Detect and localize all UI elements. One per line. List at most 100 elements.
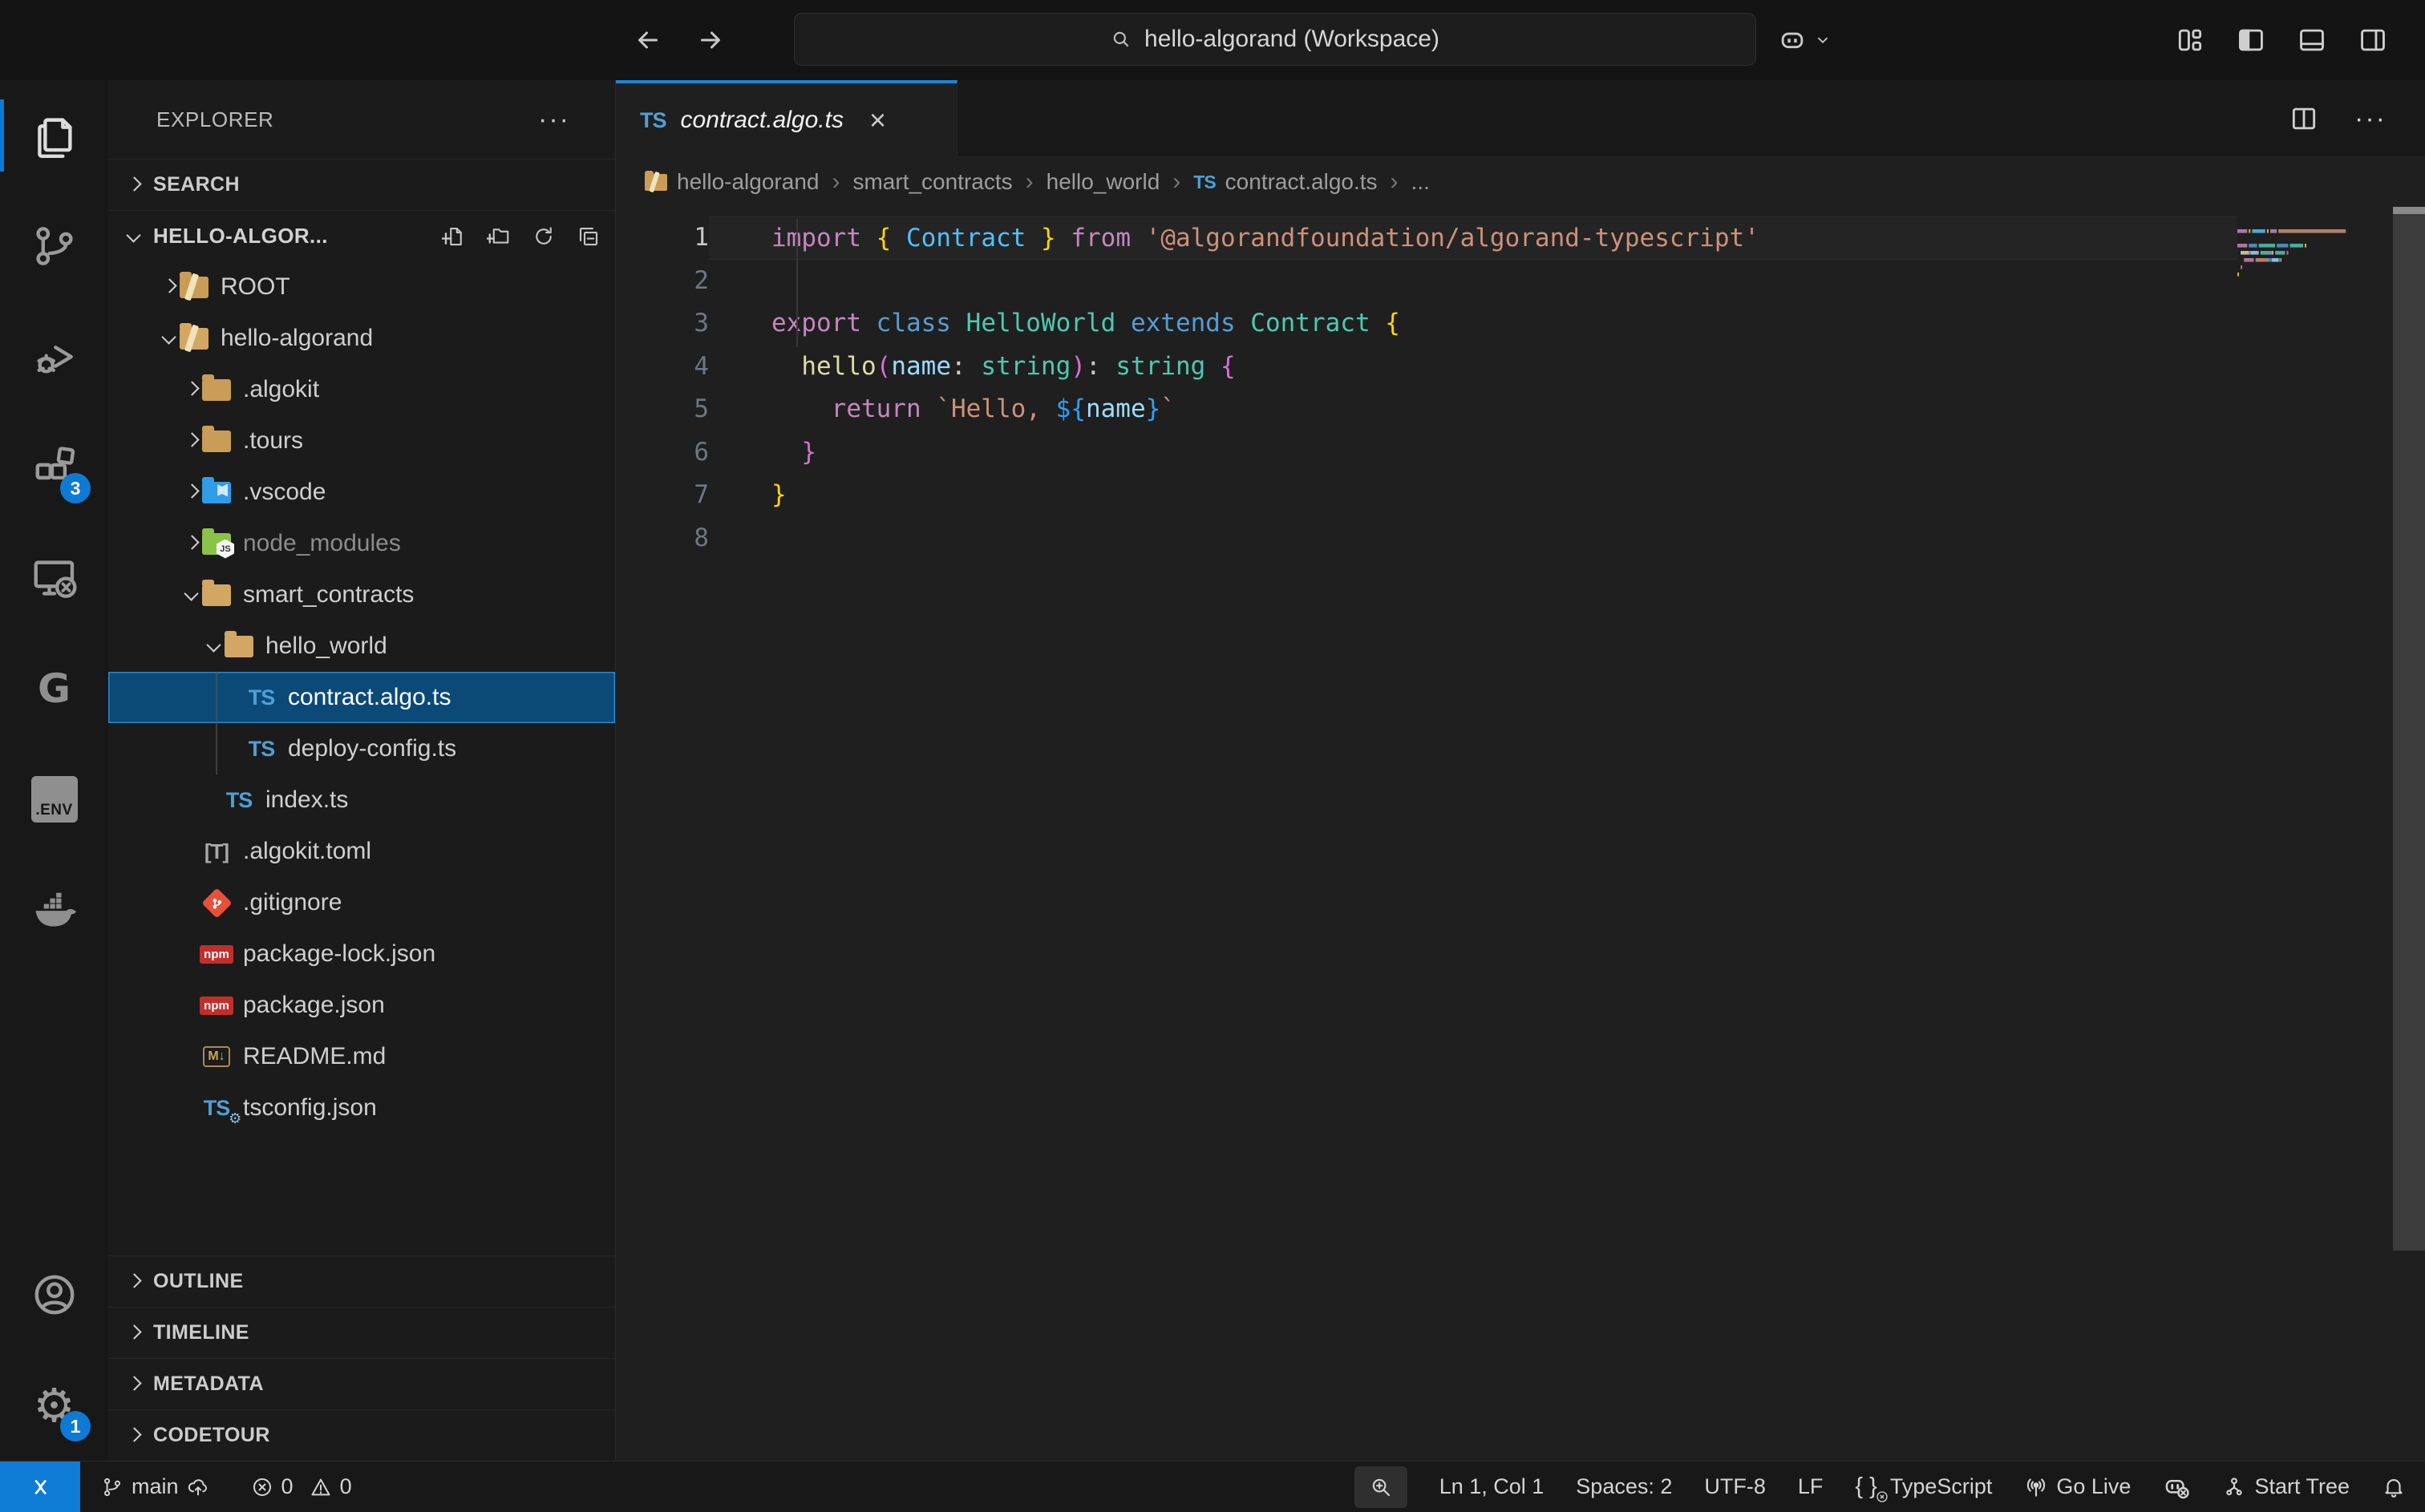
activity-item-accounts[interactable] — [0, 1239, 108, 1350]
tree-item-hello-algorand[interactable]: hello-algorand — [108, 313, 615, 364]
line-number[interactable]: 7 — [616, 474, 709, 517]
status-item-copilot-status[interactable] — [2163, 1474, 2190, 1501]
customize-layout-icon[interactable] — [2175, 25, 2205, 55]
chevron-right-icon — [184, 382, 200, 398]
tree-item--vscode[interactable]: .vscode — [108, 467, 615, 518]
chevron-right-icon — [161, 279, 177, 295]
tree-item-readme-md[interactable]: M↓README.md — [108, 1031, 615, 1082]
back-arrow-icon[interactable] — [634, 26, 662, 55]
tree-item-smart-contracts[interactable]: smart_contracts — [108, 569, 615, 621]
toggle-panel-icon[interactable] — [2297, 25, 2327, 55]
code-editor[interactable]: 1import { Contract } from '@algorandfoun… — [616, 207, 2425, 1461]
breadcrumb-item[interactable]: smart_contracts — [852, 169, 1012, 195]
line-number[interactable]: 1 — [616, 216, 709, 260]
tree-item-label: README.md — [243, 1043, 386, 1070]
activity-item-dotenv[interactable]: .ENV — [0, 744, 108, 855]
new-file-icon[interactable] — [442, 224, 466, 249]
line-number[interactable]: 5 — [616, 388, 709, 431]
collapse-all-icon[interactable] — [577, 224, 601, 249]
problems-status[interactable]: 0 0 — [251, 1474, 352, 1499]
breadcrumb-separator: › — [1026, 168, 1034, 196]
remote-indicator[interactable] — [0, 1461, 80, 1512]
line-number[interactable]: 3 — [616, 302, 709, 346]
code-line-text: export class HelloWorld extends Contract… — [709, 302, 2237, 346]
tab-contract-algo-ts[interactable]: TS contract.algo.ts × — [616, 80, 957, 157]
editor-more-actions-icon[interactable]: ··· — [2354, 115, 2387, 123]
activity-item-remote-explorer[interactable] — [0, 523, 108, 633]
toggle-primary-sidebar-icon[interactable] — [2236, 25, 2266, 55]
line-number[interactable]: 6 — [616, 431, 709, 475]
status-item-eol[interactable]: LF — [1798, 1474, 1824, 1499]
tree-item-index-ts[interactable]: TSindex.ts — [108, 774, 615, 826]
tree-icon — [2222, 1475, 2246, 1499]
tree-item-contract-algo-ts[interactable]: TScontract.algo.ts — [108, 672, 615, 723]
activity-item-settings[interactable]: ⚙1 — [0, 1350, 108, 1461]
activity-item-extensions[interactable]: 3 — [0, 412, 108, 523]
chevron-down-icon[interactable] — [1814, 31, 1832, 49]
section-header-timeline[interactable]: TIMELINE — [108, 1307, 615, 1358]
status-item-cursor-position[interactable]: Ln 1, Col 1 — [1439, 1474, 1544, 1499]
forward-arrow-icon[interactable] — [696, 26, 725, 55]
status-item-encoding[interactable]: UTF-8 — [1704, 1474, 1766, 1499]
indent-guide — [796, 219, 798, 347]
breadcrumb-item[interactable]: hello-algorand — [645, 169, 819, 195]
status-item-label: LF — [1798, 1474, 1824, 1499]
tree-item-deploy-config-ts[interactable]: TSdeploy-config.ts — [108, 723, 615, 774]
line-number[interactable]: 8 — [616, 517, 709, 560]
typescript-file-icon: TS — [226, 788, 253, 813]
copilot-icon[interactable] — [1777, 25, 1808, 55]
code-line-text: } — [709, 474, 2237, 517]
activity-item-run-debug[interactable] — [0, 301, 108, 412]
status-item-label: TypeScript — [1890, 1474, 1993, 1499]
workspace-section-header[interactable]: HELLO-ALGOR... — [108, 210, 615, 261]
npm-file-icon: npm — [200, 997, 233, 1015]
tree-item--algokit[interactable]: .algokit — [108, 364, 615, 415]
status-item-zoom[interactable] — [1354, 1466, 1407, 1508]
more-actions-icon[interactable]: ··· — [538, 115, 570, 123]
breadcrumb-item[interactable]: ... — [1411, 169, 1430, 195]
tree-item-node-modules[interactable]: JSnode_modules — [108, 518, 615, 569]
close-tab-icon[interactable]: × — [869, 106, 886, 135]
error-count: 0 — [281, 1474, 294, 1499]
activity-item-source-control[interactable] — [0, 191, 108, 301]
section-header-search[interactable]: SEARCH — [108, 159, 615, 210]
tree-item-hello-world[interactable]: hello_world — [108, 621, 615, 672]
status-item-start-tree[interactable]: Start Tree — [2222, 1474, 2350, 1499]
status-item-go-live[interactable]: Go Live — [2024, 1474, 2131, 1499]
tree-item--tours[interactable]: .tours — [108, 415, 615, 467]
tree-item--algokit-toml[interactable]: [T].algokit.toml — [108, 826, 615, 877]
status-item-language-mode[interactable]: { }TypeScript — [1855, 1474, 1992, 1500]
minimap[interactable] — [2237, 224, 2358, 305]
breadcrumb-item[interactable]: TScontract.algo.ts — [1193, 169, 1377, 195]
split-editor-icon[interactable] — [2289, 103, 2319, 134]
section-header-metadata[interactable]: METADATA — [108, 1358, 615, 1409]
toggle-secondary-sidebar-icon[interactable] — [2358, 25, 2388, 55]
status-bar: main 0 0 Ln 1, Col 1 Spaces: 2 UTF-8 LF { }T… — [0, 1461, 2425, 1512]
refresh-icon[interactable] — [532, 224, 556, 249]
tree-item-label: .algokit.toml — [243, 838, 371, 865]
new-folder-icon[interactable] — [487, 224, 511, 249]
chevron-down-icon — [126, 228, 142, 245]
algokit-g-icon: G — [38, 665, 71, 712]
section-header-outline[interactable]: OUTLINE — [108, 1255, 615, 1307]
tree-item-package-json[interactable]: npmpackage.json — [108, 980, 615, 1031]
scrollbar[interactable] — [2393, 207, 2425, 1251]
tree-item-package-lock-json[interactable]: npmpackage-lock.json — [108, 928, 615, 980]
activity-item-algokit[interactable]: G — [0, 633, 108, 744]
git-branch-status[interactable]: main — [101, 1474, 209, 1499]
status-item-indentation[interactable]: Spaces: 2 — [1576, 1474, 1672, 1499]
line-number[interactable]: 4 — [616, 346, 709, 389]
tree-item-tsconfig-json[interactable]: TS⚙tsconfig.json — [108, 1082, 615, 1134]
cloud-upload-icon — [187, 1476, 209, 1498]
vscode-folder-icon — [202, 482, 231, 503]
activity-item-explorer[interactable] — [0, 80, 108, 191]
activity-item-docker[interactable] — [0, 855, 108, 965]
tree-item--gitignore[interactable]: .gitignore — [108, 877, 615, 928]
line-number[interactable]: 2 — [616, 260, 709, 303]
section-header-codetour[interactable]: CODETOUR — [108, 1409, 615, 1461]
root-folder-open-icon — [180, 328, 208, 350]
breadcrumb-item[interactable]: hello_world — [1047, 169, 1160, 195]
tree-item-root[interactable]: ROOT — [108, 261, 615, 313]
command-center[interactable]: hello-algorand (Workspace) — [794, 13, 1756, 66]
status-item-notifications[interactable] — [2382, 1475, 2406, 1499]
